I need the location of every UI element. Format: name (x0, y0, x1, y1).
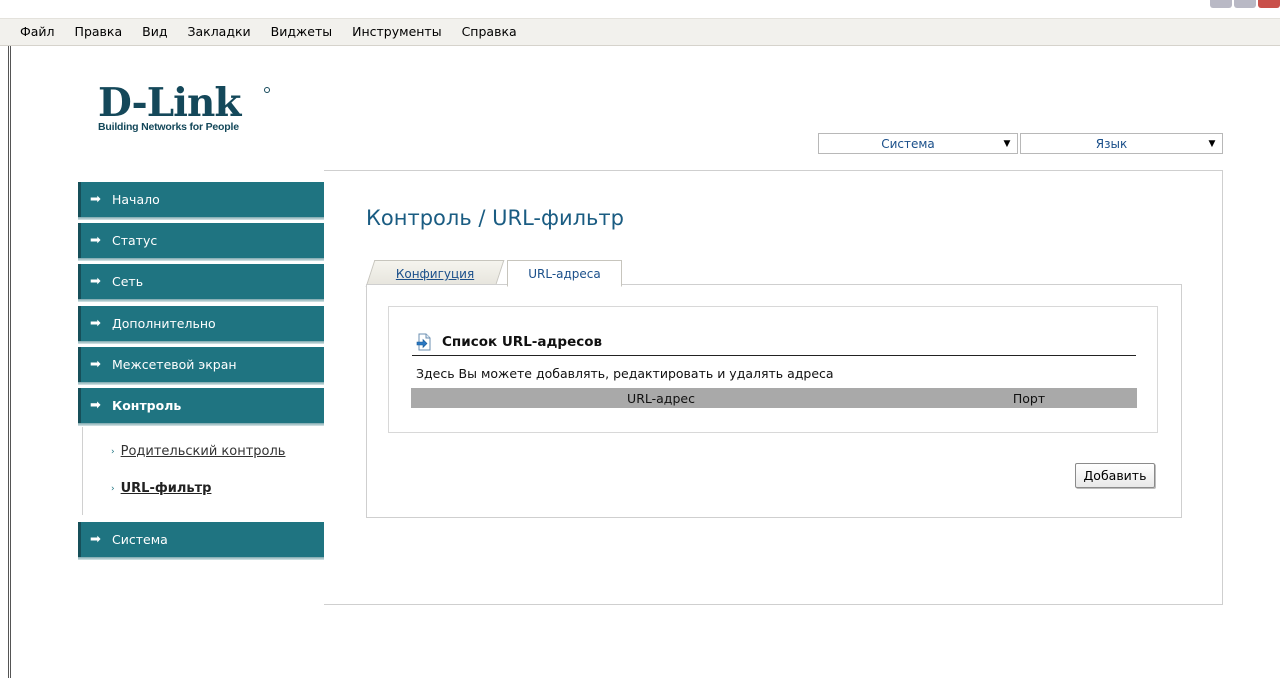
document-arrow-icon (416, 333, 432, 351)
registered-mark-icon (264, 87, 270, 93)
arrow-right-icon: ➡ (90, 233, 101, 248)
arrow-right-icon: ➡ (90, 357, 101, 372)
menu-tools[interactable]: Инструменты (342, 19, 451, 45)
menu-bookmarks[interactable]: Закладки (177, 19, 260, 45)
subitem-parental-control[interactable]: › Родительский контроль (111, 444, 285, 459)
dlink-logo[interactable]: D-Link Building Networks for People (98, 80, 270, 133)
tab-label[interactable]: Конфигуция (396, 267, 474, 281)
section-header: Список URL-адресов (412, 329, 1136, 356)
sidebar-item-system[interactable]: ➡ Система (78, 522, 324, 560)
window-top-border (0, 0, 1280, 18)
chevron-down-icon: ▼ (1003, 138, 1011, 149)
language-select-label: Язык (1095, 136, 1128, 151)
sidebar-item-home[interactable]: ➡ Начало (78, 182, 324, 220)
menu-view[interactable]: Вид (132, 19, 177, 45)
page-title: Контроль / URL-фильтр (366, 206, 624, 230)
arrow-right-icon: ➡ (90, 398, 101, 413)
window-controls (1210, 0, 1280, 8)
system-select-label: Система (881, 136, 935, 151)
logo-brand: D-Link (98, 80, 241, 126)
sidebar-item-network[interactable]: ➡ Сеть (78, 264, 324, 302)
table-header: URL-адрес Порт (411, 388, 1137, 408)
minimize-button[interactable] (1210, 0, 1232, 8)
sidebar-item-firewall[interactable]: ➡ Межсетевой экран (78, 347, 324, 385)
column-header-port: Порт (1012, 390, 1046, 406)
bullet-icon: › (111, 483, 115, 494)
menu-bar: Файл Правка Вид Закладки Виджеты Инструм… (0, 18, 1280, 46)
bullet-icon: › (111, 446, 115, 457)
menu-file[interactable]: Файл (10, 19, 65, 45)
sidebar-item-control[interactable]: ➡ Контроль (78, 388, 324, 426)
tab-configuration[interactable]: Конфигуция (365, 260, 505, 287)
chevron-down-icon: ▼ (1208, 138, 1216, 149)
sidebar-item-status[interactable]: ➡ Статус (78, 223, 324, 261)
language-select[interactable]: Язык ▼ (1020, 133, 1223, 154)
section-title: Список URL-адресов (442, 334, 603, 350)
arrow-right-icon: ➡ (90, 274, 101, 289)
column-header-url: URL-адрес (627, 390, 695, 406)
arrow-right-icon: ➡ (90, 316, 101, 331)
sidebar-submenu-control: › Родительский контроль › URL-фильтр (82, 427, 324, 515)
subitem-url-filter[interactable]: › URL-фильтр (111, 481, 211, 496)
sidebar-item-label: Начало (112, 192, 160, 207)
menu-edit[interactable]: Правка (65, 19, 133, 45)
maximize-button[interactable] (1234, 0, 1256, 8)
subitem-label[interactable]: URL-фильтр (121, 481, 212, 496)
sidebar-item-label: Дополнительно (112, 316, 216, 331)
sidebar-item-label: Система (112, 532, 168, 547)
tab-label: URL-адреса (528, 266, 601, 281)
subitem-label[interactable]: Родительский контроль (121, 444, 286, 459)
system-select[interactable]: Система ▼ (818, 133, 1018, 154)
arrow-right-icon: ➡ (90, 192, 101, 207)
add-button[interactable]: Добавить (1075, 463, 1155, 488)
sidebar-item-label: Контроль (112, 398, 182, 413)
logo-tagline: Building Networks for People (98, 121, 239, 133)
close-button[interactable] (1258, 0, 1280, 8)
section-description: Здесь Вы можете добавлять, редактировать… (416, 366, 834, 381)
menu-help[interactable]: Справка (452, 19, 527, 45)
arrow-right-icon: ➡ (90, 532, 101, 547)
tab-url-addresses[interactable]: URL-адреса (507, 260, 622, 287)
sidebar-item-label: Статус (112, 233, 158, 248)
sidebar-item-label: Межсетевой экран (112, 357, 237, 372)
sidebar-item-advanced[interactable]: ➡ Дополнительно (78, 306, 324, 344)
menu-widgets[interactable]: Виджеты (261, 19, 342, 45)
sidebar-item-label: Сеть (112, 274, 144, 289)
